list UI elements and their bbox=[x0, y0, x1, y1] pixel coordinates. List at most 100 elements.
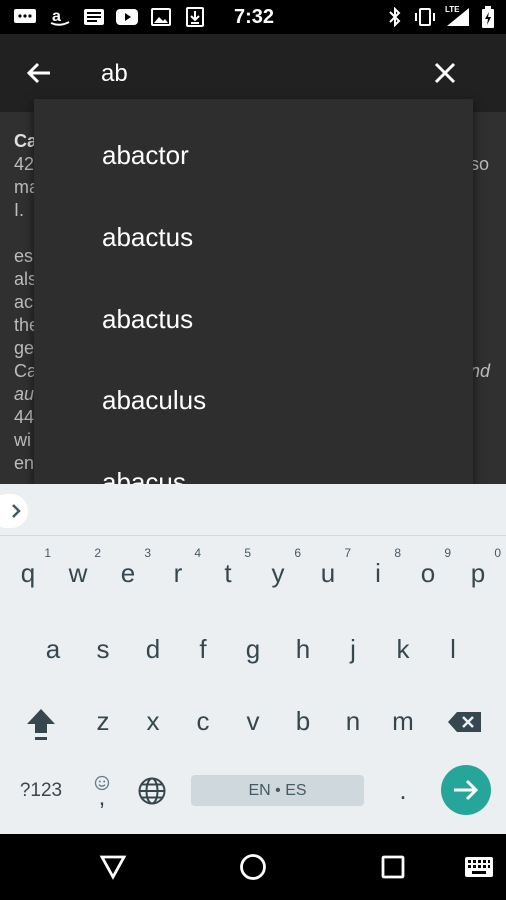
emoji-comma-key[interactable]: , bbox=[82, 766, 122, 814]
key-label: s bbox=[96, 634, 110, 664]
key-label: h bbox=[295, 634, 311, 664]
amazon-icon: a bbox=[48, 7, 72, 27]
soft-keyboard: 1q 2w 3e 4r 5t 6y 7u 8i 9o 0p a s d f g … bbox=[0, 484, 506, 834]
key-label: l bbox=[450, 634, 456, 664]
key-label: u bbox=[320, 558, 336, 588]
keyboard-icon bbox=[465, 857, 493, 877]
battery-icon bbox=[479, 6, 497, 28]
key-label: o bbox=[420, 558, 436, 588]
svg-text:a: a bbox=[52, 8, 61, 25]
key-label: n bbox=[345, 706, 361, 736]
search-input[interactable]: ab bbox=[101, 60, 128, 88]
space-key[interactable]: EN • ES bbox=[191, 775, 364, 806]
key-w[interactable]: 2w bbox=[53, 546, 103, 602]
chevron-right-icon bbox=[12, 504, 21, 518]
content-line: ge bbox=[14, 338, 35, 358]
shift-key[interactable] bbox=[16, 696, 66, 752]
suggestion-item[interactable]: abactus bbox=[102, 304, 193, 335]
backspace-icon bbox=[448, 712, 481, 732]
key-l[interactable]: l bbox=[428, 622, 478, 678]
key-x[interactable]: x bbox=[128, 694, 178, 750]
key-label: d bbox=[145, 634, 161, 664]
key-h[interactable]: h bbox=[278, 622, 328, 678]
key-m[interactable]: m bbox=[378, 694, 428, 750]
comma-label: , bbox=[98, 784, 106, 811]
nav-back-button[interactable] bbox=[96, 850, 130, 884]
key-a[interactable]: a bbox=[28, 622, 78, 678]
triangle-back-icon bbox=[99, 855, 127, 880]
key-v[interactable]: v bbox=[228, 694, 278, 750]
download-icon bbox=[184, 7, 206, 27]
globe-icon bbox=[138, 777, 166, 805]
suggestion-item[interactable]: abactus bbox=[102, 222, 193, 253]
enter-key[interactable] bbox=[441, 765, 491, 815]
key-label: b bbox=[295, 706, 311, 736]
vibrate-icon bbox=[412, 7, 438, 27]
status-time: 7:32 bbox=[234, 6, 275, 28]
key-k[interactable]: k bbox=[378, 622, 428, 678]
back-button[interactable] bbox=[22, 56, 56, 90]
suggestion-item[interactable]: abaculus bbox=[102, 385, 206, 416]
nav-home-button[interactable] bbox=[236, 850, 270, 884]
key-j[interactable]: j bbox=[328, 622, 378, 678]
suggestion-item[interactable]: abactor bbox=[102, 140, 189, 171]
key-q[interactable]: 1q bbox=[3, 546, 53, 602]
keyboard-suggestion-strip bbox=[0, 484, 506, 536]
key-label: r bbox=[173, 558, 183, 588]
key-label: q bbox=[20, 558, 36, 588]
navigation-bar bbox=[0, 834, 506, 900]
key-c[interactable]: c bbox=[178, 694, 228, 750]
key-y[interactable]: 6y bbox=[253, 546, 303, 602]
key-label: j bbox=[350, 634, 356, 664]
shift-icon bbox=[27, 709, 55, 740]
keyboard-switch-button[interactable] bbox=[462, 850, 496, 884]
key-g[interactable]: g bbox=[228, 622, 278, 678]
key-u[interactable]: 7u bbox=[303, 546, 353, 602]
key-label: t bbox=[224, 558, 232, 588]
clear-search-button[interactable] bbox=[428, 56, 462, 90]
suggestion-item[interactable]: abacus bbox=[102, 467, 186, 484]
language-key[interactable] bbox=[133, 772, 171, 810]
backspace-key[interactable] bbox=[440, 696, 490, 748]
key-n[interactable]: n bbox=[328, 694, 378, 750]
key-label: g bbox=[245, 634, 261, 664]
key-s[interactable]: s bbox=[78, 622, 128, 678]
photos-icon bbox=[150, 7, 172, 27]
messages-icon bbox=[12, 7, 38, 27]
content-line: ac bbox=[14, 292, 34, 312]
nav-recents-button[interactable] bbox=[376, 850, 410, 884]
key-o[interactable]: 9o bbox=[403, 546, 453, 602]
key-label: f bbox=[199, 634, 207, 664]
content-line: 44 bbox=[14, 407, 35, 427]
key-b[interactable]: b bbox=[278, 694, 328, 750]
content-line: es bbox=[14, 246, 34, 266]
key-label: c bbox=[196, 706, 210, 736]
key-f[interactable]: f bbox=[178, 622, 228, 678]
key-r[interactable]: 4r bbox=[153, 546, 203, 602]
arrow-left-icon bbox=[26, 62, 50, 84]
circle-home-icon bbox=[240, 854, 266, 880]
key-p[interactable]: 0p bbox=[453, 546, 503, 602]
status-bar: a 7:32 LTE bbox=[0, 0, 506, 34]
keyboard-expand-button[interactable] bbox=[0, 494, 28, 528]
content-line: en bbox=[14, 453, 35, 473]
content-line: wi bbox=[14, 430, 31, 450]
key-label: i bbox=[375, 558, 381, 588]
period-key[interactable]: . bbox=[386, 770, 420, 810]
content-line: I. bbox=[14, 200, 25, 220]
arrow-right-icon bbox=[454, 779, 479, 801]
key-label: w bbox=[68, 558, 88, 588]
content-line: au bbox=[14, 384, 35, 404]
content-line-right: nd bbox=[470, 361, 491, 381]
key-label: m bbox=[392, 706, 414, 736]
symbols-key[interactable]: ?123 bbox=[10, 774, 72, 808]
content-line: 42 bbox=[14, 154, 35, 174]
key-label: k bbox=[396, 634, 410, 664]
bluetooth-icon bbox=[386, 7, 404, 27]
key-d[interactable]: d bbox=[128, 622, 178, 678]
key-e[interactable]: 3e bbox=[103, 546, 153, 602]
key-z[interactable]: z bbox=[78, 694, 128, 750]
key-label: v bbox=[246, 706, 260, 736]
key-t[interactable]: 5t bbox=[203, 546, 253, 602]
key-i[interactable]: 8i bbox=[353, 546, 403, 602]
